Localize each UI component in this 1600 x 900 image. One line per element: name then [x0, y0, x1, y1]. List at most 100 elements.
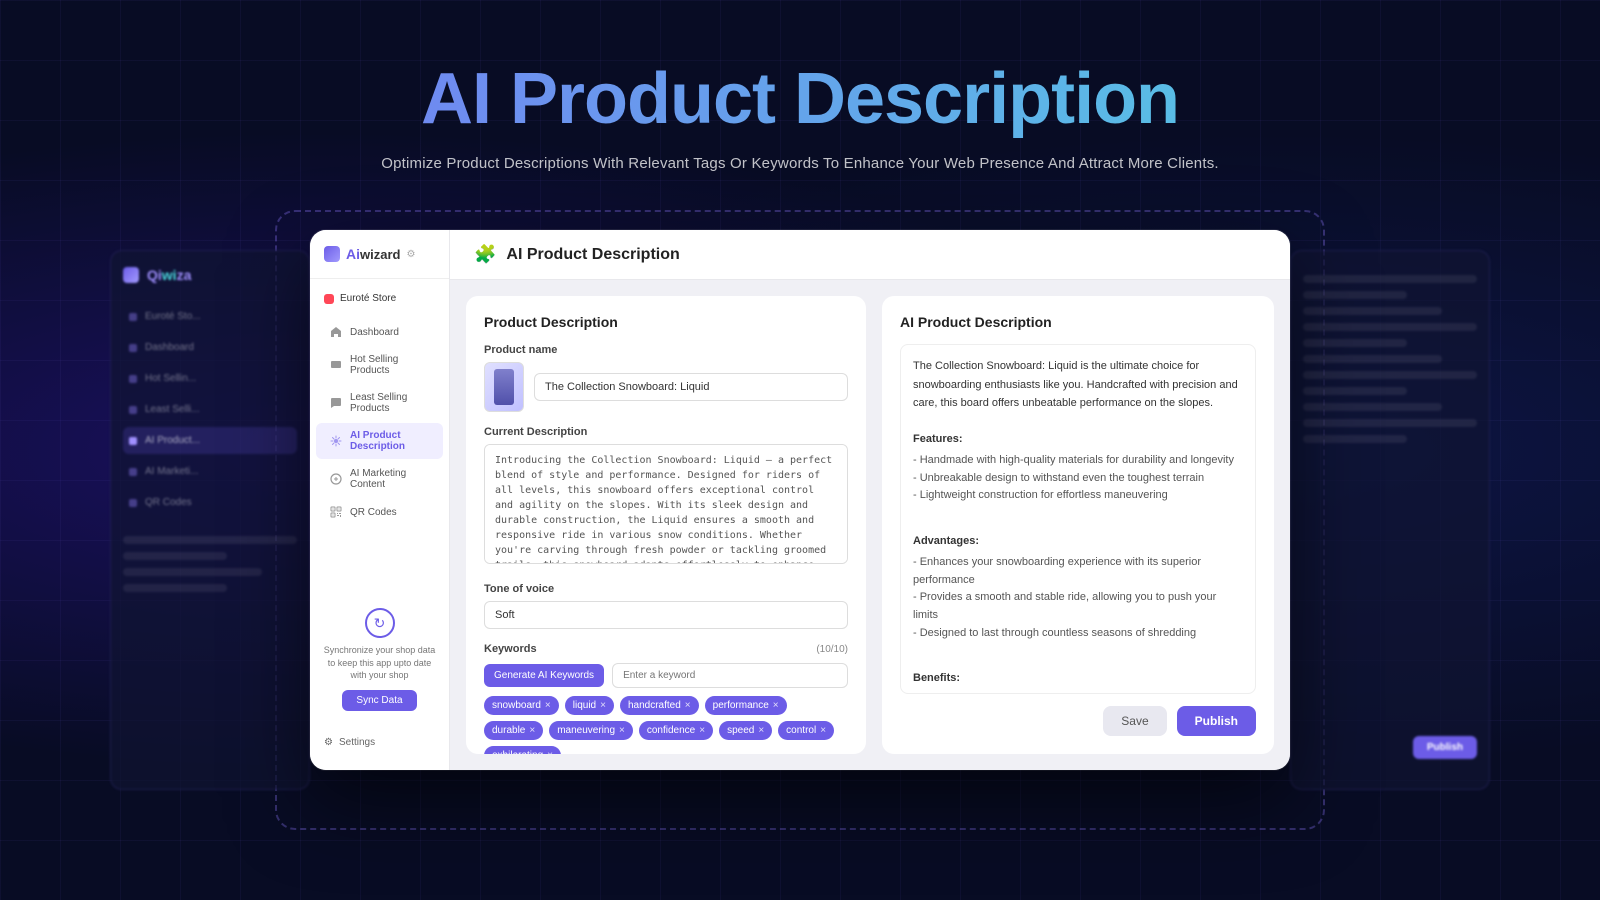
sync-icon: ↻	[365, 608, 395, 638]
store-badge: Euroté Store	[310, 287, 449, 310]
sidebar-item-qr-codes[interactable]: QR Codes	[316, 499, 443, 525]
product-name-row	[484, 362, 848, 412]
publish-button[interactable]: Publish	[1177, 706, 1256, 736]
product-name-label: Product name	[484, 344, 848, 356]
tone-section: Tone of voice	[484, 583, 848, 629]
keywords-input-row: Generate AI Keywords	[484, 663, 848, 688]
keywords-label: Keywords	[484, 643, 537, 655]
page-header-title: AI Product Description	[506, 246, 679, 264]
tone-input[interactable]	[484, 601, 848, 629]
ai-desc-advantages: Advantages: - Enhances your snowboarding…	[913, 533, 1243, 643]
keywords-section: Keywords (10/10) Generate AI Keywords sn…	[484, 643, 848, 754]
sidebar-item-label: Least Selling Products	[350, 392, 429, 414]
store-dot	[324, 294, 334, 304]
tag-remove-icon[interactable]: ×	[547, 751, 553, 755]
keyword-tag[interactable]: handcrafted×	[620, 696, 699, 715]
main-content: 🧩 AI Product Description Product Descrip…	[450, 230, 1290, 770]
monitor-icon	[330, 359, 342, 371]
sidebar-item-least-selling[interactable]: Least Selling Products	[316, 385, 443, 421]
tag-remove-icon[interactable]: ×	[773, 701, 779, 711]
keyword-tag[interactable]: maneuvering×	[549, 721, 633, 740]
feature-1: - Handmade with high-quality materials f…	[913, 452, 1243, 470]
generate-keywords-button[interactable]: Generate AI Keywords	[484, 664, 604, 687]
features-title: Features:	[913, 431, 1243, 449]
product-name-input[interactable]	[534, 373, 848, 401]
product-name-section: Product name	[484, 344, 848, 412]
feature-2: - Unbreakable design to withstand even t…	[913, 470, 1243, 488]
ai-description-content[interactable]: The Collection Snowboard: Liquid is the …	[900, 344, 1256, 694]
settings-icon: ⚙	[324, 737, 333, 748]
sidebar: Aiwizard ⚙ Euroté Store Dashboard Hot Se…	[310, 230, 450, 770]
keyword-tag[interactable]: exhilarating×	[484, 746, 561, 754]
page-header-icon: 🧩	[474, 244, 496, 265]
keyword-tag[interactable]: speed×	[719, 721, 772, 740]
sidebar-item-ai-product[interactable]: AI Product Description	[316, 423, 443, 459]
sync-description: Synchronize your shop data to keep this …	[322, 644, 437, 682]
tag-remove-icon[interactable]: ×	[758, 726, 764, 736]
settings-label: Settings	[339, 737, 375, 748]
save-button[interactable]: Save	[1103, 706, 1166, 736]
keyword-tag[interactable]: control×	[778, 721, 834, 740]
keyword-tag[interactable]: durable×	[484, 721, 543, 740]
home-icon	[330, 326, 342, 338]
ai-icon	[330, 473, 342, 485]
side-publish-button[interactable]: Publish	[1413, 736, 1477, 759]
page-main-title: AI Product Description	[0, 60, 1600, 139]
content-area: Product Description Product name Current…	[450, 280, 1290, 770]
keyword-tag[interactable]: liquid×	[565, 696, 614, 715]
left-blurred-card: Qiwiza Euroté Sto... Dashboard Hot Selli…	[110, 250, 310, 790]
product-image-visual	[494, 369, 514, 405]
qr-icon	[330, 506, 342, 518]
ai-desc-intro: The Collection Snowboard: Liquid is the …	[913, 357, 1243, 413]
sidebar-item-dashboard[interactable]: Dashboard	[316, 319, 443, 345]
sidebar-bottom: ↻ Synchronize your shop data to keep thi…	[310, 596, 449, 723]
tone-label: Tone of voice	[484, 583, 848, 595]
keyword-tag[interactable]: performance×	[705, 696, 787, 715]
feature-3: - Lightweight construction for effortles…	[913, 487, 1243, 505]
ai-desc-benefits: Benefits: - Conquer any slope with confi…	[913, 670, 1243, 694]
keywords-header: Keywords (10/10)	[484, 643, 848, 655]
left-panel-title: Product Description	[484, 314, 848, 330]
advantage-2: - Provides a smooth and stable ride, all…	[913, 589, 1243, 624]
sidebar-item-label: AI Product Description	[350, 430, 429, 452]
sidebar-item-label: AI Marketing Content	[350, 468, 429, 490]
tag-remove-icon[interactable]: ×	[820, 726, 826, 736]
store-name: Euroté Store	[340, 293, 396, 304]
sidebar-item-settings[interactable]: ⚙ Settings	[310, 731, 449, 754]
keyword-tag[interactable]: confidence×	[639, 721, 713, 740]
tag-remove-icon[interactable]: ×	[619, 726, 625, 736]
sidebar-item-label: Hot Selling Products	[350, 354, 429, 376]
sidebar-item-hot-selling[interactable]: Hot Selling Products	[316, 347, 443, 383]
right-panel: AI Product Description The Collection Sn…	[882, 296, 1274, 754]
advantage-3: - Designed to last through countless sea…	[913, 625, 1243, 643]
tag-remove-icon[interactable]: ×	[685, 701, 691, 711]
right-panel-title: AI Product Description	[900, 314, 1256, 330]
app-card: Aiwizard ⚙ Euroté Store Dashboard Hot Se…	[310, 230, 1290, 770]
tag-remove-icon[interactable]: ×	[699, 726, 705, 736]
benefit-1: - Conquer any slope with confidence and …	[913, 691, 1243, 694]
sync-data-button[interactable]: Sync Data	[342, 690, 416, 711]
page-header: 🧩 AI Product Description	[450, 230, 1290, 280]
ai-desc-features: Features: - Handmade with high-quality m…	[913, 431, 1243, 505]
keywords-count: (10/10)	[816, 644, 848, 655]
current-description-input[interactable]: Introducing the Collection Snowboard: Li…	[484, 444, 848, 564]
tag-remove-icon[interactable]: ×	[545, 701, 551, 711]
left-panel: Product Description Product name Current…	[466, 296, 866, 754]
chat-icon	[330, 397, 342, 409]
right-panel-actions: Save Publish	[900, 706, 1256, 736]
logo-icon	[324, 246, 340, 262]
tag-remove-icon[interactable]: ×	[529, 726, 535, 736]
benefits-title: Benefits:	[913, 670, 1243, 688]
sparkle-icon	[330, 435, 342, 447]
sidebar-item-ai-marketing[interactable]: AI Marketing Content	[316, 461, 443, 497]
tag-remove-icon[interactable]: ×	[600, 701, 606, 711]
keyword-tag[interactable]: snowboard×	[484, 696, 559, 715]
tags-container: snowboard× liquid× handcrafted× performance…	[484, 696, 848, 754]
keyword-input[interactable]	[612, 663, 848, 688]
right-blurred-card: Publish	[1290, 250, 1490, 790]
page-subtitle: Optimize Product Descriptions With Relev…	[0, 155, 1600, 172]
description-section: Current Description Introducing the Coll…	[484, 426, 848, 569]
product-image	[484, 362, 524, 412]
sidebar-item-label: QR Codes	[350, 507, 397, 518]
sidebar-item-label: Dashboard	[350, 327, 399, 338]
